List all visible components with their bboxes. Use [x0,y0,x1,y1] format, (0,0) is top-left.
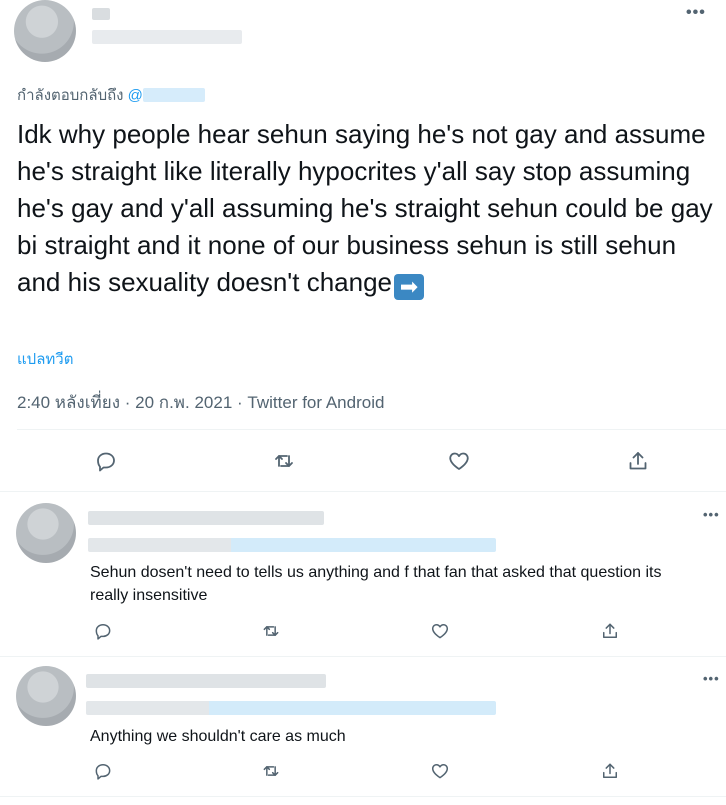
more-icon[interactable]: ••• [703,507,720,522]
tweet-time[interactable]: 2:40 หลังเที่ยง [17,393,120,412]
replying-to-handle[interactable]: @ [128,87,205,104]
reply-button[interactable] [90,618,116,644]
tweet-meta: 2:40 หลังเที่ยง · 20 ก.พ. 2021 · Twitter… [17,389,384,416]
like-icon [431,764,449,779]
retweet-button[interactable] [271,448,297,474]
reply-button[interactable] [90,758,116,784]
reply-icon [95,764,111,780]
divider [0,656,726,657]
retweet-button[interactable] [258,758,284,784]
reply-avatar[interactable] [16,666,76,726]
reply-icon [97,452,115,472]
tweet-text: Idk why people hear sehun saying he's no… [17,116,717,301]
like-icon [449,452,469,470]
author-handle[interactable] [92,30,242,44]
share-icon [629,452,647,470]
reply-author-name[interactable] [86,674,326,688]
reply-button[interactable] [93,448,119,474]
retweet-button[interactable] [258,618,284,644]
reply-replying-to[interactable] [86,701,496,715]
author-name[interactable] [92,8,110,20]
reply-avatar[interactable] [16,503,76,563]
share-button[interactable] [597,618,623,644]
divider [0,491,726,492]
replying-to: กำลังตอบกลับถึง @ [17,83,205,107]
tweet-date[interactable]: 20 ก.พ. 2021 [135,393,232,412]
retweet-icon [275,455,293,467]
divider [17,429,726,430]
tweet-text-body: Idk why people hear sehun saying he's no… [17,119,713,297]
more-icon[interactable]: ••• [686,4,706,22]
meta-separator: · [124,393,131,412]
share-icon [603,623,617,638]
retweet-icon [263,626,279,636]
author-avatar[interactable] [14,0,76,62]
reply-text: Sehun dosen't need to tells us anything … [90,564,662,604]
retweet-icon [263,766,279,776]
share-icon [603,763,617,778]
share-button[interactable] [597,758,623,784]
reply-replying-to[interactable] [88,538,496,552]
tweet-source[interactable]: Twitter for Android [247,393,384,412]
reply-author-name[interactable] [88,511,324,525]
divider [0,796,726,797]
right-arrow-emoji: ➡ [394,274,424,300]
share-button[interactable] [625,448,651,474]
like-button[interactable] [446,448,472,474]
like-button[interactable] [427,758,453,784]
like-button[interactable] [427,618,453,644]
replying-to-label: กำลังตอบกลับถึง [17,87,124,104]
translate-tweet-link[interactable]: แปลทวีต [17,347,73,371]
more-icon[interactable]: ••• [703,671,720,686]
reply-icon [95,624,111,640]
meta-separator: · [237,393,243,412]
reply-text: Anything we shouldn't care as much [90,728,346,745]
like-icon [431,624,449,639]
